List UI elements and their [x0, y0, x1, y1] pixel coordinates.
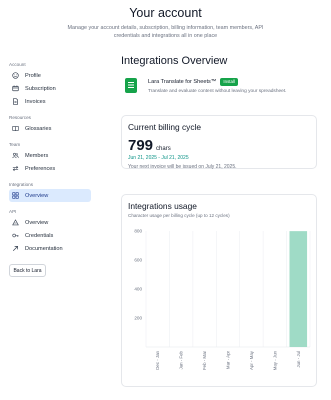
next-invoice-note: Your next invoice will be issued on July…	[128, 164, 237, 170]
integration-item: Lara Translate for Sheets™ Install Trans…	[121, 77, 317, 94]
book-icon	[11, 125, 19, 133]
page-header: Your account Manage your account details…	[0, 6, 331, 40]
sidebar-item-label: Members	[25, 152, 49, 159]
x-tick-label: May - Jun	[272, 350, 277, 370]
sidebar-item-label: Invoices	[25, 98, 46, 105]
key-icon	[11, 232, 19, 240]
back-to-lara-button[interactable]: Back to Lara	[9, 264, 46, 277]
billing-unit: chars	[156, 146, 171, 152]
billing-period: Jun 21, 2025 - Jul 21, 2025	[128, 155, 189, 161]
integration-name: Lara Translate for Sheets™	[148, 78, 217, 85]
arrow-up-right-icon	[11, 245, 19, 253]
sidebar-group-label: Resources	[9, 115, 31, 120]
usage-bar	[289, 231, 308, 347]
sidebar-item-label: Glossaries	[25, 125, 52, 132]
x-tick-label: Feb - Mar	[202, 350, 207, 370]
sidebar-item-label: Preferences	[25, 165, 56, 172]
main-content: Integrations Overview Lara Translate for…	[121, 54, 317, 387]
sidebar-group-label: API	[9, 209, 17, 214]
page-subtitle: Manage your account details, subscriptio…	[67, 25, 264, 39]
users-icon	[11, 152, 19, 160]
sidebar-item-team-members[interactable]: Members	[9, 149, 91, 162]
grid-icon	[11, 192, 19, 200]
x-tick-label: Apr - May	[249, 350, 254, 370]
sidebar: Account Profile Subscription Invoices Resour…	[9, 60, 91, 277]
sidebar-group-label: Integrations	[9, 182, 34, 187]
y-tick-label: 800	[134, 229, 142, 234]
arrows-icon	[11, 165, 19, 173]
x-tick-label: Dec - Jan	[155, 350, 160, 369]
sidebar-group-label: Account	[9, 62, 26, 67]
x-tick-label: Mar - Apr	[226, 350, 231, 369]
integration-description: Translate and evaluate content without l…	[148, 89, 287, 94]
section-title: Integrations Overview	[121, 55, 228, 67]
x-tick-label: Jun - Jul	[296, 351, 301, 368]
x-tick-label: Jan - Feb	[179, 350, 184, 369]
sidebar-item-label: Profile	[25, 72, 41, 79]
usage-chart: 200 400 600 800 Dec - Jan Jan - Feb Feb - Mar M…	[134, 229, 311, 370]
document-icon	[11, 98, 19, 106]
sidebar-item-api-overview[interactable]: Overview	[9, 216, 91, 229]
billing-title: Current billing cycle	[128, 122, 202, 132]
y-tick-label: 400	[134, 287, 142, 292]
sidebar-item-label: Overview	[25, 192, 49, 199]
y-tick-label: 200	[134, 316, 142, 321]
billing-amount: 799	[128, 137, 154, 154]
subscription-icon	[11, 85, 19, 93]
sheets-logo-icon	[125, 78, 137, 93]
sidebar-item-account-profile[interactable]: Profile	[9, 69, 91, 82]
sidebar-item-account-invoices[interactable]: Invoices	[9, 95, 91, 108]
sidebar-group-label: Team	[9, 142, 21, 147]
y-tick-label: 600	[134, 258, 142, 263]
usage-card: Integrations usage Character usage per b…	[121, 194, 317, 387]
sidebar-item-team-preferences[interactable]: Preferences	[9, 162, 91, 175]
smile-icon	[11, 72, 19, 80]
sidebar-item-integrations-overview[interactable]: Overview	[9, 189, 91, 202]
sidebar-item-resources-glossaries[interactable]: Glossaries	[9, 122, 91, 135]
sidebar-item-label: Subscription	[25, 85, 56, 92]
install-button[interactable]: Install	[220, 77, 238, 86]
sidebar-item-label: Credentials	[25, 232, 54, 239]
billing-card: Current billing cycle 799 chars Jun 21, …	[121, 115, 317, 170]
sidebar-item-api-credentials[interactable]: Credentials	[9, 229, 91, 242]
page-title: Your account	[129, 6, 202, 20]
triangle-icon	[11, 219, 19, 227]
sidebar-item-label: Documentation	[25, 245, 63, 252]
sidebar-item-api-documentation[interactable]: Documentation	[9, 242, 91, 255]
sidebar-item-label: Overview	[25, 219, 49, 226]
sidebar-item-account-subscription[interactable]: Subscription	[9, 82, 91, 95]
